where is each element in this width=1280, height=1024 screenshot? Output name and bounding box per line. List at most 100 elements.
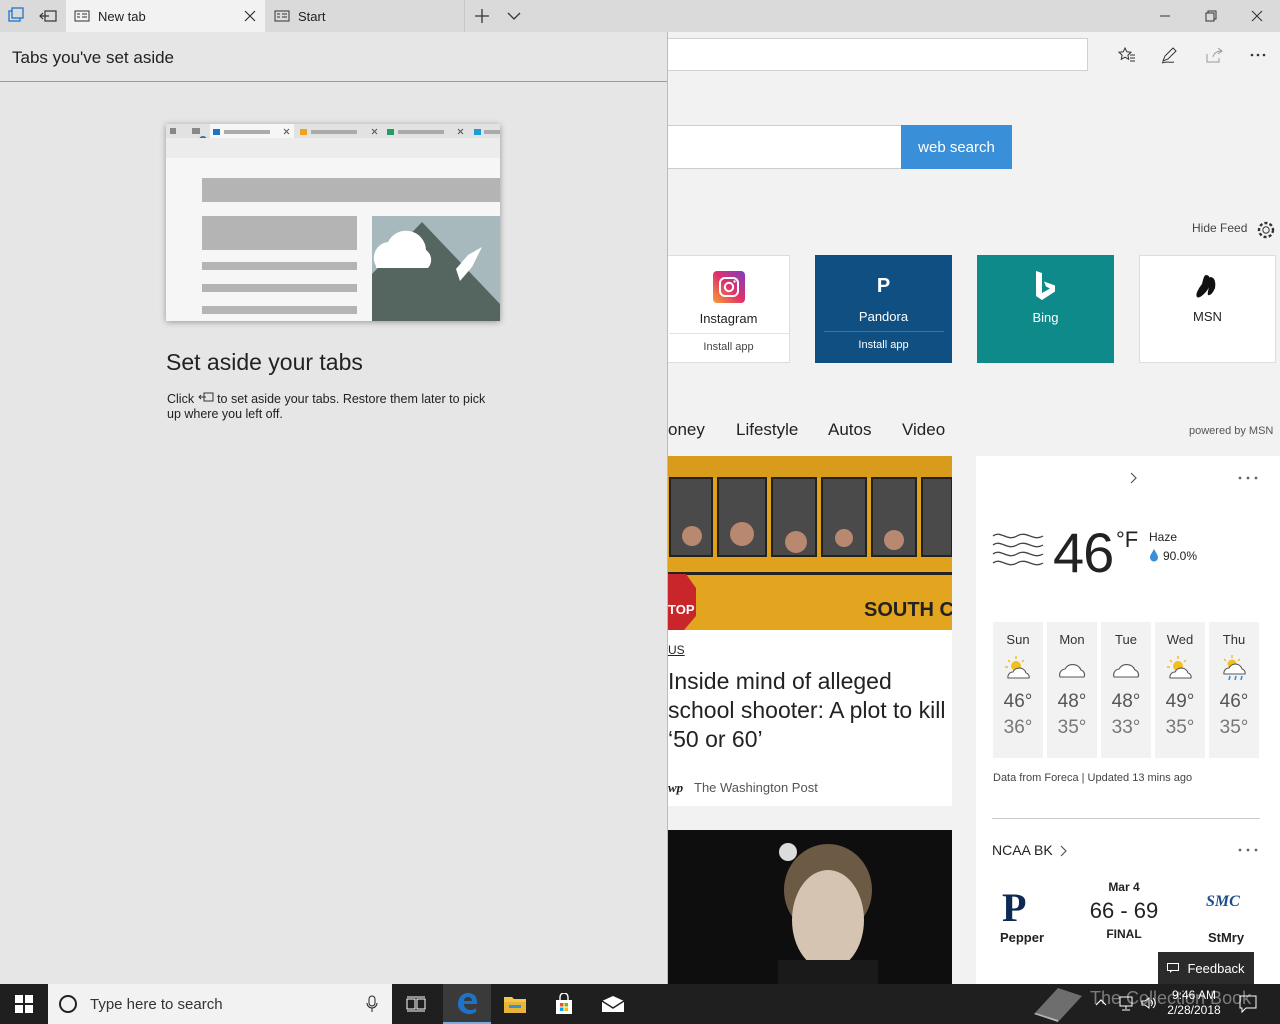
desc-before: Click (167, 392, 195, 406)
taskbar-search[interactable]: Type here to search (48, 984, 392, 1024)
partly-sunny-icon (1002, 653, 1034, 681)
set-aside-tabs-icon (197, 392, 214, 404)
page-icon (274, 9, 290, 23)
forecast-high: 48° (1057, 691, 1087, 712)
pen-icon[interactable] (1158, 44, 1182, 66)
clock-time: 9:46 AM (1171, 988, 1217, 1002)
feedback-button[interactable]: Feedback (1158, 952, 1254, 984)
notifications-icon[interactable] (1238, 994, 1258, 1014)
close-tab-icon[interactable] (243, 9, 257, 23)
sports-more-icon[interactable] (1236, 842, 1260, 858)
game-score: 66 - 69 (1089, 898, 1159, 923)
chevron-right-icon[interactable] (1127, 470, 1141, 486)
powered-by-label: powered by MSN (1189, 425, 1274, 437)
task-view-icon[interactable] (392, 984, 440, 1024)
forecast-day[interactable]: Tue 48° 33° (1101, 622, 1151, 758)
tab-new-tab[interactable]: New tab (66, 0, 265, 32)
watermark-book-icon (1030, 986, 1086, 1022)
cortana-icon (58, 994, 78, 1014)
tile-name: Pandora (858, 309, 909, 324)
install-app-link[interactable]: Install app (668, 333, 789, 353)
tab-preview-icon[interactable] (6, 6, 26, 26)
microphone-icon[interactable] (366, 995, 378, 1013)
stop-sign-text: TOP (668, 602, 695, 617)
temperature-unit[interactable]: °F (1116, 527, 1138, 553)
news-image-bus[interactable]: SOUTH CAROLI TOP (668, 456, 952, 630)
tile-pandora[interactable]: P Pandora Install app (815, 255, 952, 363)
file-explorer-icon[interactable] (491, 984, 539, 1024)
game-status: FINAL (1106, 927, 1142, 941)
divider (992, 818, 1260, 819)
weather-more-icon[interactable] (1236, 470, 1260, 486)
set-aside-description: Click to set aside your tabs. Restore th… (167, 392, 497, 422)
set-aside-illustration (166, 124, 500, 321)
install-app-link[interactable]: Install app (823, 331, 944, 351)
chevron-up-icon[interactable] (1094, 996, 1108, 1010)
minimize-button[interactable] (1142, 0, 1188, 32)
chevron-down-icon[interactable] (506, 8, 522, 24)
instagram-icon (712, 271, 745, 303)
forecast-day[interactable]: Mon 48° 35° (1047, 622, 1097, 758)
restore-button[interactable] (1188, 0, 1234, 32)
cloudy-icon (1110, 653, 1142, 681)
forecast-day[interactable]: Wed 49° 35° (1155, 622, 1205, 758)
bing-icon (1033, 269, 1059, 303)
forecast-day[interactable]: Thu 46° 35° (1209, 622, 1259, 758)
search-placeholder: Type here to search (90, 995, 223, 1013)
windows-start-icon[interactable] (0, 984, 48, 1024)
system-clock[interactable]: 9:46 AM 2/28/2018 (1162, 988, 1226, 1018)
weather-source[interactable]: Data from Foreca | Updated 13 mins ago (993, 772, 1192, 784)
forecast-high: 46° (1003, 691, 1033, 712)
forecast-low: 36° (1003, 717, 1033, 738)
sports-league[interactable]: NCAA BK (992, 842, 1053, 858)
tile-name: MSN (1193, 309, 1222, 324)
edge-browser-icon[interactable] (443, 984, 491, 1024)
new-tab-icon[interactable] (473, 7, 491, 25)
store-icon[interactable] (540, 984, 588, 1024)
category-video[interactable]: Video (902, 420, 945, 440)
search-input[interactable] (668, 125, 902, 169)
news-category[interactable]: US (668, 643, 685, 657)
panel-title: Tabs you've set aside (12, 48, 175, 67)
forecast-day-name: Wed (1166, 632, 1194, 647)
hide-feed-link[interactable]: Hide Feed (1192, 221, 1247, 235)
partly-sunny-icon (1164, 653, 1196, 681)
divider (0, 81, 667, 82)
network-icon[interactable] (1118, 995, 1136, 1011)
haze-icon (991, 528, 1045, 572)
volume-icon[interactable] (1140, 995, 1158, 1011)
category-lifestyle[interactable]: Lifestyle (736, 420, 798, 440)
category-money[interactable]: oney (668, 420, 705, 440)
address-bar[interactable] (668, 38, 1088, 71)
forecast-low: 33° (1111, 717, 1141, 738)
tab-label: New tab (98, 8, 146, 24)
pepperdine-logo: P (1002, 885, 1027, 930)
tile-bing[interactable]: Bing (977, 255, 1114, 363)
favorites-icon[interactable] (1115, 44, 1139, 66)
forecast-day[interactable]: Sun 46° 36° (993, 622, 1043, 758)
close-window-button[interactable] (1234, 0, 1280, 32)
gear-icon[interactable] (1255, 219, 1277, 241)
web-search-button[interactable]: web search (901, 125, 1012, 169)
forecast-day-name: Mon (1059, 632, 1085, 647)
set-aside-tabs-icon[interactable] (38, 6, 58, 26)
forecast-low: 35° (1219, 717, 1249, 738)
news-headline[interactable]: Inside mind of alleged school shooter: A… (668, 667, 948, 754)
sun-rain-icon (1218, 653, 1250, 681)
chevron-right-icon[interactable] (1058, 844, 1070, 858)
tab-label: Start (298, 8, 326, 24)
news-image-portrait[interactable] (668, 830, 952, 984)
tab-start[interactable]: Start (266, 0, 465, 32)
desc-after: to set aside your tabs. Restore them lat… (167, 392, 486, 421)
tile-msn[interactable]: MSN (1139, 255, 1276, 363)
forecast-low: 35° (1165, 717, 1195, 738)
mail-icon[interactable] (589, 984, 637, 1024)
category-autos[interactable]: Autos (828, 420, 871, 440)
tile-instagram[interactable]: Instagram Install app (668, 255, 790, 363)
msn-icon (1193, 271, 1223, 303)
saint-marys-logo: SMC (1206, 893, 1240, 910)
forecast-high: 46° (1219, 691, 1249, 712)
share-icon[interactable] (1202, 44, 1226, 66)
more-icon[interactable] (1246, 44, 1270, 66)
feedback-label: Feedback (1187, 960, 1245, 976)
